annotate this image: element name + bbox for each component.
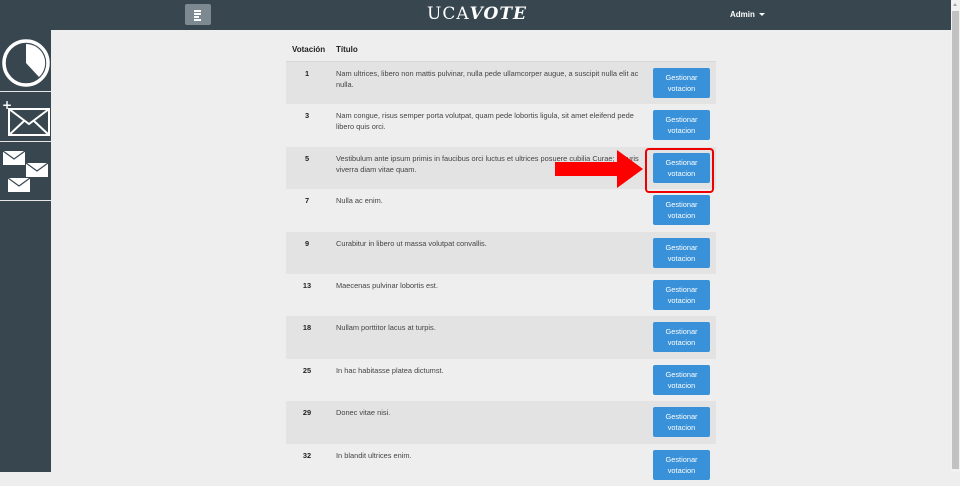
votacion-id: 9 — [304, 238, 310, 248]
sidebar-item-votaciones[interactable] — [0, 30, 51, 92]
button-label-line1: Gestionar — [665, 412, 698, 422]
clock-icon — [2, 39, 50, 87]
column-header-votacion: Votación — [292, 45, 326, 54]
button-label-line1: Gestionar — [665, 369, 698, 379]
button-label-line2: votacion — [667, 126, 696, 136]
votacion-title: Nullam porttitor lacus at turpis. — [336, 323, 436, 333]
votacion-id: 1 — [304, 69, 310, 78]
annotation-arrow-icon — [555, 150, 643, 188]
sidebar: + — [0, 30, 51, 472]
annotation-highlight-box — [645, 148, 714, 193]
button-label-line2: votacion — [667, 211, 696, 221]
table-row: 7 Nulla ac enim. Gestionar votacion — [286, 189, 716, 232]
votacion-id: 32 — [302, 450, 312, 460]
gestionar-votacion-button[interactable]: Gestionar votacion — [653, 407, 710, 438]
table-row: 13 Maecenas pulvinar lobortis est. Gestion… — [286, 273, 716, 317]
menu-icon-line — [194, 16, 199, 18]
button-label-line2: votacion — [667, 295, 696, 305]
gestionar-votacion-button[interactable]: Gestionar votacion — [653, 449, 710, 480]
votacion-title: In hac habitasse platea dictumst. — [336, 365, 444, 375]
button-label-line2: votacion — [667, 465, 696, 475]
votacion-id: 5 — [304, 153, 310, 163]
table-row: 3 Nam congue, risus semper porta volutpat… — [286, 104, 716, 147]
sidebar-item-mensajes[interactable] — [0, 142, 51, 201]
button-label-line1: Gestionar — [665, 454, 698, 464]
votacion-id: 7 — [304, 196, 310, 206]
new-mail-icon: + — [2, 98, 50, 136]
table-row: 29 Donec vitae nisi. Gestionar votacion — [286, 401, 716, 444]
button-label-line1: Gestionar — [665, 115, 698, 125]
table-row: 1 Nam ultrices, libero non mattis pulvina… — [286, 62, 716, 105]
top-navbar: UCAVOTE Admin — [0, 0, 951, 30]
scrollbar[interactable] — [951, 0, 960, 472]
gestionar-votacion-button[interactable]: Gestionar votacion — [653, 237, 710, 268]
menu-toggle-button[interactable] — [185, 4, 211, 25]
button-label-line2: votacion — [667, 84, 696, 93]
column-header-titulo: Título — [336, 45, 358, 54]
votacion-id: 25 — [302, 365, 312, 375]
button-label-line2: votacion — [667, 423, 696, 433]
button-label-line1: Gestionar — [665, 327, 698, 337]
brand-logo[interactable]: UCAVOTE — [427, 4, 527, 24]
user-menu-label: Admin — [730, 10, 755, 19]
table-row: 18 Nullam porttitor lacus at turpis. Gesti… — [286, 316, 716, 359]
brand-prefix: UCA — [427, 4, 470, 24]
button-label-line2: votacion — [667, 380, 696, 390]
gestionar-votacion-button[interactable]: Gestionar votacion — [653, 322, 710, 353]
votacion-id: 13 — [302, 280, 312, 290]
votacion-title: Nulla ac enim. — [336, 196, 383, 206]
votacion-id: 29 — [302, 408, 312, 418]
gestionar-votacion-button[interactable]: Gestionar votacion — [653, 364, 710, 395]
gestionar-votacion-button[interactable]: Gestionar votacion — [653, 279, 710, 310]
votacion-title: Nam ultrices, libero non mattis pulvinar… — [336, 69, 639, 89]
brand-suffix: VOTE — [469, 4, 527, 24]
chevron-down-icon — [758, 13, 765, 17]
gestionar-votacion-button[interactable]: Gestionar votacion — [653, 195, 710, 226]
votacion-title: Donec vitae nisi. — [336, 408, 391, 418]
table-body: 1 Nam ultrices, libero non mattis pulvina… — [286, 62, 716, 486]
gestionar-votacion-button[interactable]: Gestionar votacion — [653, 110, 710, 141]
button-label-line2: votacion — [667, 338, 696, 348]
votacion-title: In blandit ultrices enim. — [336, 450, 412, 460]
table-row: 25 In hac habitasse platea dictumst. Gesti… — [286, 358, 716, 402]
button-label-line1: Gestionar — [665, 73, 698, 82]
button-label-line1: Gestionar — [665, 284, 698, 294]
gestionar-votacion-button[interactable]: Gestionar votacion — [653, 68, 710, 98]
table-row: 32 In blandit ultrices enim. Gestionar vota… — [286, 443, 716, 486]
button-label-line1: Gestionar — [665, 200, 698, 210]
user-menu[interactable]: Admin — [730, 10, 765, 19]
votacion-id: 3 — [304, 111, 310, 121]
menu-icon-line — [194, 13, 201, 15]
scroll-up-icon[interactable] — [953, 3, 957, 6]
multiple-mail-icon — [2, 150, 49, 192]
table-header: Votación Título — [286, 36, 716, 62]
votacion-title: Maecenas pulvinar lobortis est. — [336, 280, 438, 290]
votacion-id: 18 — [302, 323, 312, 333]
button-label-line2: votacion — [667, 253, 696, 263]
menu-icon-line — [194, 19, 201, 21]
votacion-title: Nam congue, risus semper porta volutpat,… — [336, 111, 634, 132]
button-label-line1: Gestionar — [665, 242, 698, 252]
scrollbar-thumb[interactable] — [952, 11, 959, 469]
menu-icon — [194, 10, 201, 12]
votaciones-table: Votación Título 1 Nam ultrices, libero no… — [286, 36, 716, 486]
table-row: 9 Curabitur in libero ut massa volutpat c… — [286, 231, 716, 274]
sidebar-item-nueva-votacion[interactable]: + — [0, 92, 51, 142]
votacion-title: Curabitur in libero ut massa volutpat co… — [336, 238, 487, 248]
